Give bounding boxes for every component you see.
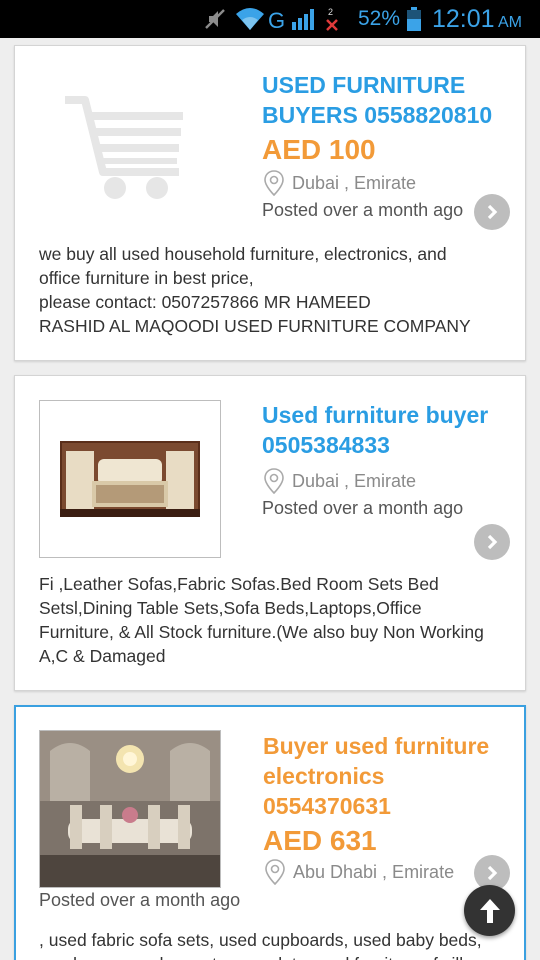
location-text: Abu Dhabi , Emirate — [293, 861, 455, 882]
chevron-right-icon[interactable] — [474, 194, 510, 230]
clock-ampm: AM — [498, 14, 522, 31]
cart-placeholder-icon — [57, 86, 187, 206]
battery-percent: 52% — [358, 7, 401, 30]
dining-room-photo — [40, 731, 220, 887]
listing-card[interactable]: Used furniture buyer 0505384833 Dubai , … — [14, 375, 526, 691]
listing-title[interactable]: Buyer used furniture electronics 0554370… — [263, 731, 525, 821]
battery-icon — [406, 0, 422, 38]
posted-time: Posted over a month ago — [39, 890, 241, 910]
mute-icon — [202, 0, 228, 38]
listing-description: , used fabric sofa sets, used cupboards,… — [39, 930, 482, 960]
network-type: G — [268, 8, 286, 33]
location-pin-icon — [264, 170, 284, 196]
location-pin-icon — [264, 468, 284, 494]
listing-description: Fi ,Leather Sofas,Fabric Sofas.Bed Room … — [39, 574, 484, 666]
wifi-icon — [234, 0, 266, 38]
listing-thumbnail[interactable] — [39, 730, 221, 888]
clock-time: 12:01 — [432, 4, 495, 33]
sim-badge: 2 — [328, 7, 333, 17]
listing-price: AED 631 — [263, 825, 377, 856]
location-text: Dubai , Emirate — [292, 172, 417, 193]
no-sim-icon: 2 — [324, 0, 340, 38]
listing-thumbnail[interactable] — [39, 400, 221, 558]
location-text: Dubai , Emirate — [292, 470, 417, 491]
listing-price: AED 100 — [262, 134, 376, 165]
listing-card[interactable]: Buyer used furniture electronics 0554370… — [14, 705, 526, 960]
listing-location: Abu Dhabi , Emirate — [265, 859, 454, 885]
listing-title[interactable]: Used furniture buyer 0505384833 — [262, 400, 524, 460]
listing-title[interactable]: USED FURNITURE BUYERS 0558820810 — [262, 70, 524, 130]
posted-time: Posted over a month ago — [262, 200, 464, 220]
chevron-right-icon[interactable] — [474, 524, 510, 560]
posted-time: Posted over a month ago — [262, 498, 464, 518]
location-pin-icon — [265, 859, 285, 885]
status-bar: G 2 52% 12:01 AM — [0, 0, 540, 38]
listing-location: Dubai , Emirate — [264, 170, 416, 196]
bedroom-set-photo — [60, 441, 200, 517]
listing-card[interactable]: USED FURNITURE BUYERS 0558820810 AED 100… — [14, 45, 526, 361]
arrow-up-icon — [479, 898, 500, 923]
listing-description: we buy all used household furniture, ele… — [39, 244, 471, 336]
scroll-to-top-button[interactable] — [464, 885, 515, 936]
listing-location: Dubai , Emirate — [264, 468, 416, 494]
signal-icon — [290, 0, 316, 38]
